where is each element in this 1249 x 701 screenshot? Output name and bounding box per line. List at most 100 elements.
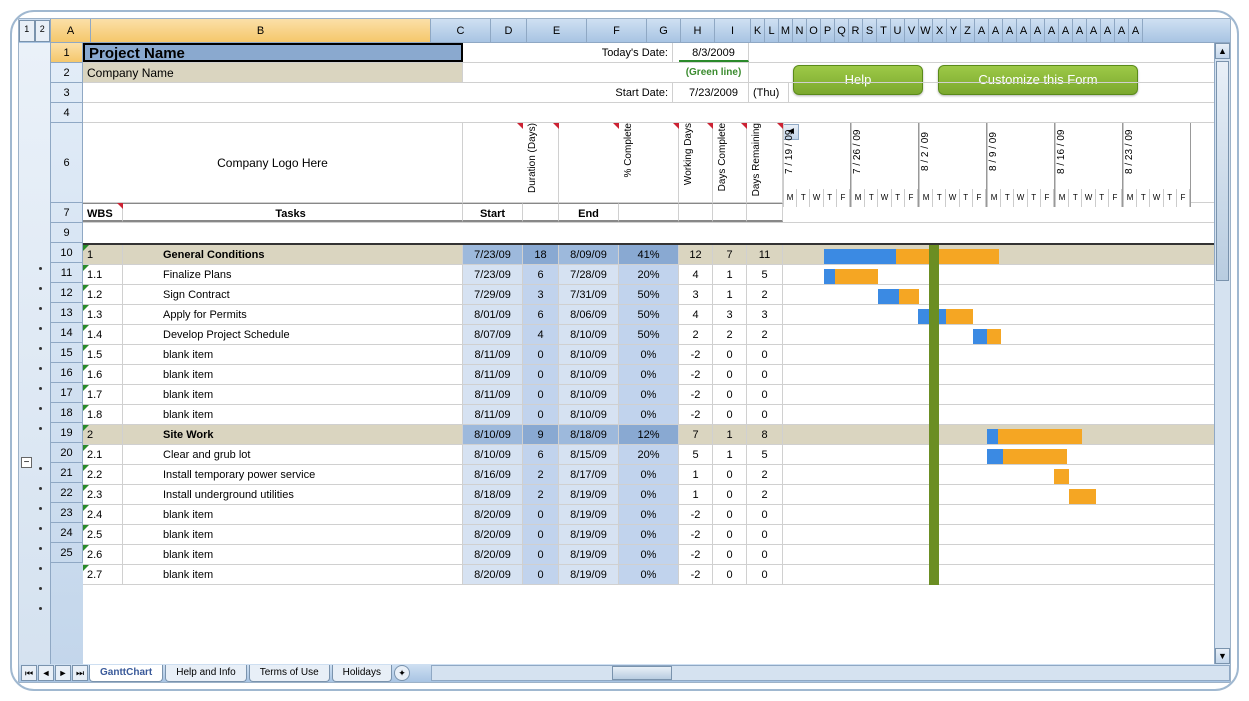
gantt-bar[interactable] [987,447,1067,462]
wbs-cell[interactable]: 2.4 [83,505,123,524]
end-cell[interactable]: 8/09/09 [559,245,619,264]
end-cell[interactable]: 8/10/09 [559,385,619,404]
wd-cell[interactable]: -2 [679,525,713,544]
outline-collapse[interactable]: − [21,457,32,468]
end-cell[interactable]: 8/17/09 [559,465,619,484]
row-11[interactable]: 11 [51,263,83,283]
dr-cell[interactable]: 0 [747,405,783,424]
start-cell[interactable]: 8/16/09 [463,465,523,484]
task-cell[interactable]: Install underground utilities [123,485,463,504]
row-21[interactable]: 21 [51,463,83,483]
task-row[interactable]: 1.7blank item8/11/0908/10/090%-200 [83,385,1230,405]
end-cell[interactable]: 8/10/09 [559,325,619,344]
pct-cell[interactable]: 0% [619,365,679,384]
dr-cell[interactable]: 8 [747,425,783,444]
tab-nav-first[interactable]: ⏮ [21,665,37,681]
task-cell[interactable]: blank item [123,505,463,524]
dur-cell[interactable]: 0 [523,505,559,524]
wd-cell[interactable]: -2 [679,505,713,524]
task-cell[interactable]: blank item [123,405,463,424]
row-4[interactable]: 4 [51,103,83,123]
outline-level-2[interactable]: 2 [35,20,51,42]
dr-cell[interactable]: 11 [747,245,783,264]
col-X[interactable]: X [933,19,947,42]
dur-cell[interactable]: 2 [523,465,559,484]
dc-cell[interactable]: 0 [713,545,747,564]
dur-cell[interactable]: 0 [523,345,559,364]
col-AI[interactable]: A [1087,19,1101,42]
end-cell[interactable]: 8/15/09 [559,445,619,464]
pct-cell[interactable]: 0% [619,465,679,484]
pct-cell[interactable]: 0% [619,505,679,524]
col-Q[interactable]: Q [835,19,849,42]
col-Y[interactable]: Y [947,19,961,42]
start-cell[interactable]: 8/20/09 [463,525,523,544]
task-cell[interactable]: Apply for Permits [123,305,463,324]
col-K[interactable]: K [751,19,765,42]
col-AF[interactable]: A [1045,19,1059,42]
hscroll-thumb[interactable] [612,666,672,680]
dc-cell[interactable]: 0 [713,365,747,384]
dur-cell[interactable]: 9 [523,425,559,444]
wbs-cell[interactable]: 2.7 [83,565,123,584]
dc-cell[interactable]: 2 [713,325,747,344]
wd-cell[interactable]: 5 [679,445,713,464]
dur-cell[interactable]: 3 [523,285,559,304]
task-cell[interactable]: Finalize Plans [123,265,463,284]
task-cell[interactable]: General Conditions [123,245,463,264]
col-L[interactable]: L [765,19,779,42]
dur-cell[interactable]: 6 [523,305,559,324]
tab-nav-prev[interactable]: ◄ [38,665,54,681]
outline-level-1[interactable]: 1 [19,20,35,42]
tab-terms[interactable]: Terms of Use [249,665,330,682]
project-name-cell[interactable]: Project Name [83,43,463,62]
dr-cell[interactable]: 0 [747,545,783,564]
task-row[interactable]: 2.7blank item8/20/0908/19/090%-200 [83,565,1230,585]
pct-cell[interactable]: 0% [619,485,679,504]
col-AA[interactable]: A [975,19,989,42]
task-row[interactable]: 1.2Sign Contract7/29/0937/31/0950%312 [83,285,1230,305]
col-P[interactable]: P [821,19,835,42]
row-19[interactable]: 19 [51,423,83,443]
dr-cell[interactable]: 2 [747,325,783,344]
wd-cell[interactable]: 2 [679,325,713,344]
end-cell[interactable]: 8/19/09 [559,565,619,584]
wd-cell[interactable]: 3 [679,285,713,304]
row-10[interactable]: 10 [51,243,83,263]
wd-cell[interactable]: 7 [679,425,713,444]
col-AK[interactable]: A [1115,19,1129,42]
scroll-down[interactable]: ▼ [1215,648,1230,664]
row-23[interactable]: 23 [51,503,83,523]
col-AJ[interactable]: A [1101,19,1115,42]
row-15[interactable]: 15 [51,343,83,363]
task-row[interactable]: 2.5blank item8/20/0908/19/090%-200 [83,525,1230,545]
dc-cell[interactable]: 0 [713,505,747,524]
gantt-bar[interactable] [878,287,919,302]
end-cell[interactable]: 7/28/09 [559,265,619,284]
wd-cell[interactable]: -2 [679,345,713,364]
col-I[interactable]: I [715,19,751,42]
end-cell[interactable]: 8/19/09 [559,545,619,564]
gantt-bar[interactable] [1069,487,1096,502]
end-cell[interactable]: 8/10/09 [559,345,619,364]
row-1[interactable]: 1 [51,43,83,63]
gantt-bar[interactable] [824,247,999,262]
wbs-cell[interactable]: 1.1 [83,265,123,284]
col-V[interactable]: V [905,19,919,42]
dc-cell[interactable]: 3 [713,305,747,324]
task-cell[interactable]: blank item [123,525,463,544]
row-24[interactable]: 24 [51,523,83,543]
dr-cell[interactable]: 5 [747,265,783,284]
dur-cell[interactable]: 0 [523,545,559,564]
pct-cell[interactable]: 50% [619,325,679,344]
end-cell[interactable]: 8/19/09 [559,525,619,544]
task-cell[interactable]: blank item [123,565,463,584]
dur-cell[interactable]: 0 [523,525,559,544]
wd-cell[interactable]: 4 [679,305,713,324]
dr-cell[interactable]: 2 [747,285,783,304]
dur-cell[interactable]: 4 [523,325,559,344]
col-R[interactable]: R [849,19,863,42]
wd-cell[interactable]: 12 [679,245,713,264]
dur-cell[interactable]: 0 [523,405,559,424]
task-row[interactable]: 1.8blank item8/11/0908/10/090%-200 [83,405,1230,425]
